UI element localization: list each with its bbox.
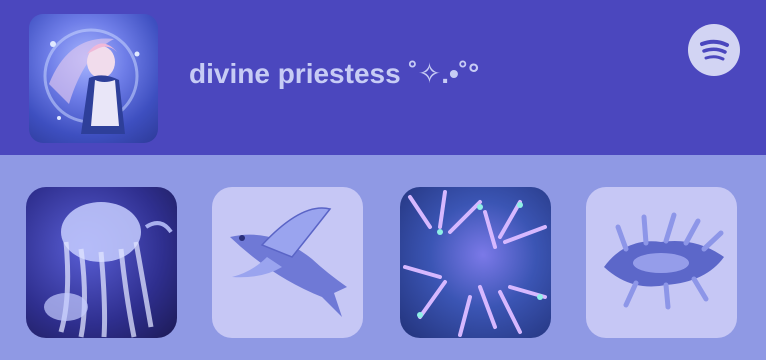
flying-fish-image[interactable]: [212, 187, 363, 338]
nudibranch-icon: [604, 212, 724, 310]
spotify-icon[interactable]: [688, 24, 740, 76]
anemone-icon: [403, 190, 547, 337]
priestess-artwork: [43, 28, 140, 134]
jellyfish-icon: [44, 202, 173, 338]
playlist-cover-image[interactable]: [29, 14, 158, 143]
playlist-header: divine priestess ˚✧.•˚°: [0, 0, 766, 155]
flying-fish-icon: [230, 207, 347, 317]
playlist-title: divine priestess ˚✧.•˚°: [189, 58, 480, 89]
nudibranch-image[interactable]: [586, 187, 737, 338]
jellyfish-image[interactable]: [26, 187, 177, 338]
anemone-image[interactable]: [400, 187, 551, 338]
